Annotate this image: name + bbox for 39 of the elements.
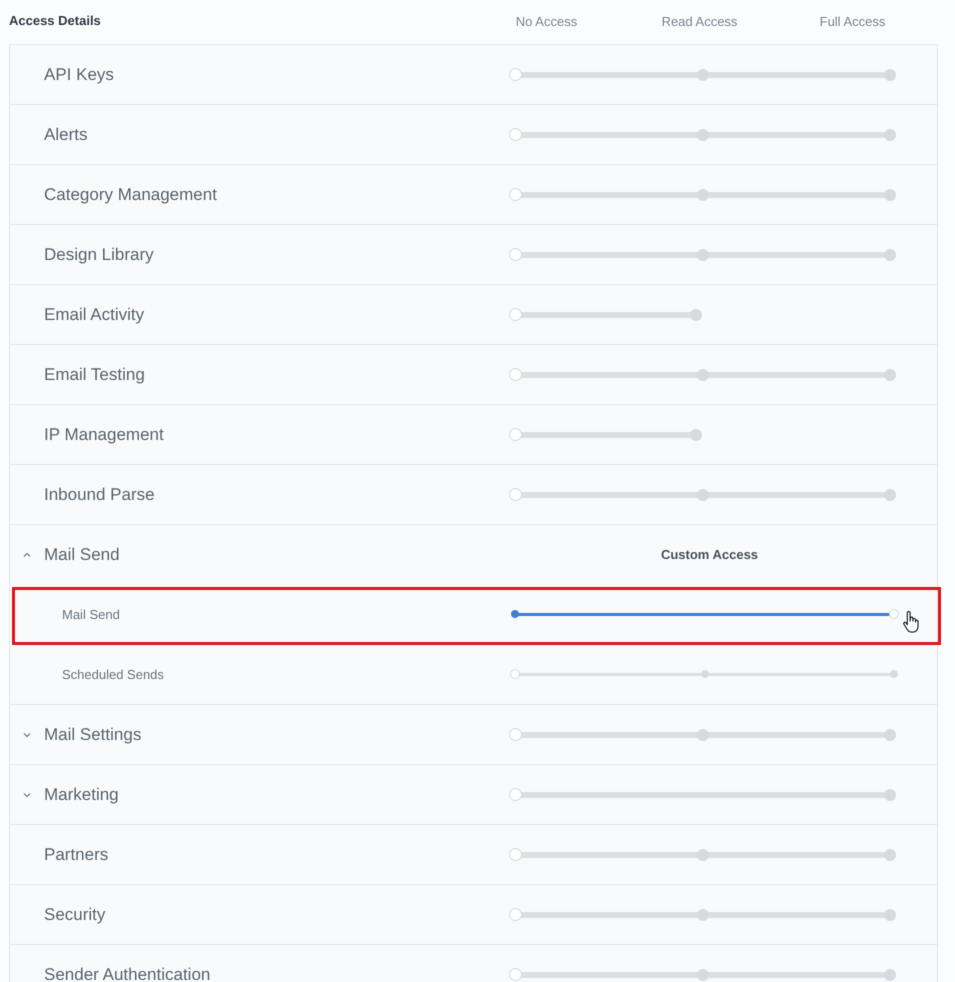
access-slider[interactable] bbox=[508, 308, 702, 322]
access-slider[interactable] bbox=[508, 728, 897, 742]
permission-label: Mail Settings bbox=[44, 724, 142, 744]
column-label: Full Access bbox=[818, 14, 886, 28]
permission-label: Design Library bbox=[44, 244, 154, 264]
permission-label: Mail Send bbox=[62, 606, 121, 622]
permission-label: Marketing bbox=[44, 784, 119, 804]
access-slider[interactable] bbox=[508, 968, 897, 982]
access-slider[interactable] bbox=[508, 68, 897, 82]
access-slider[interactable] bbox=[508, 488, 897, 502]
permission-label: Email Activity bbox=[44, 304, 144, 324]
permission-label: Alerts bbox=[44, 124, 88, 144]
permission-label: Email Testing bbox=[44, 364, 145, 384]
column-label: No Access bbox=[514, 14, 578, 28]
caret-icon[interactable] bbox=[23, 792, 31, 798]
column-label: Read Access bbox=[660, 14, 738, 28]
caret-icon[interactable] bbox=[23, 732, 31, 738]
access-slider[interactable] bbox=[508, 788, 897, 802]
access-slider[interactable] bbox=[508, 908, 897, 922]
permission-label: Category Management bbox=[44, 184, 217, 204]
access-slider[interactable] bbox=[508, 128, 897, 142]
access-slider[interactable] bbox=[508, 368, 897, 382]
permission-label: API Keys bbox=[44, 64, 114, 84]
access-slider[interactable] bbox=[508, 848, 897, 862]
section-title: Access Details bbox=[9, 12, 102, 28]
permission-label: IP Management bbox=[44, 424, 164, 444]
access-slider[interactable] bbox=[508, 248, 897, 262]
permission-label: Security bbox=[44, 904, 106, 924]
permission-label: Inbound Parse bbox=[44, 484, 155, 504]
permission-label: Sender Authentication bbox=[44, 964, 210, 982]
access-status: Custom Access bbox=[660, 547, 758, 562]
access-slider[interactable] bbox=[510, 610, 899, 618]
access-slider[interactable] bbox=[508, 428, 702, 442]
caret-icon[interactable] bbox=[23, 552, 31, 558]
permission-label: Mail Send bbox=[44, 544, 120, 564]
permission-label: Scheduled Sends bbox=[62, 666, 165, 682]
access-slider[interactable] bbox=[510, 670, 899, 678]
permission-label: Partners bbox=[44, 844, 108, 864]
access-slider[interactable] bbox=[508, 188, 897, 202]
